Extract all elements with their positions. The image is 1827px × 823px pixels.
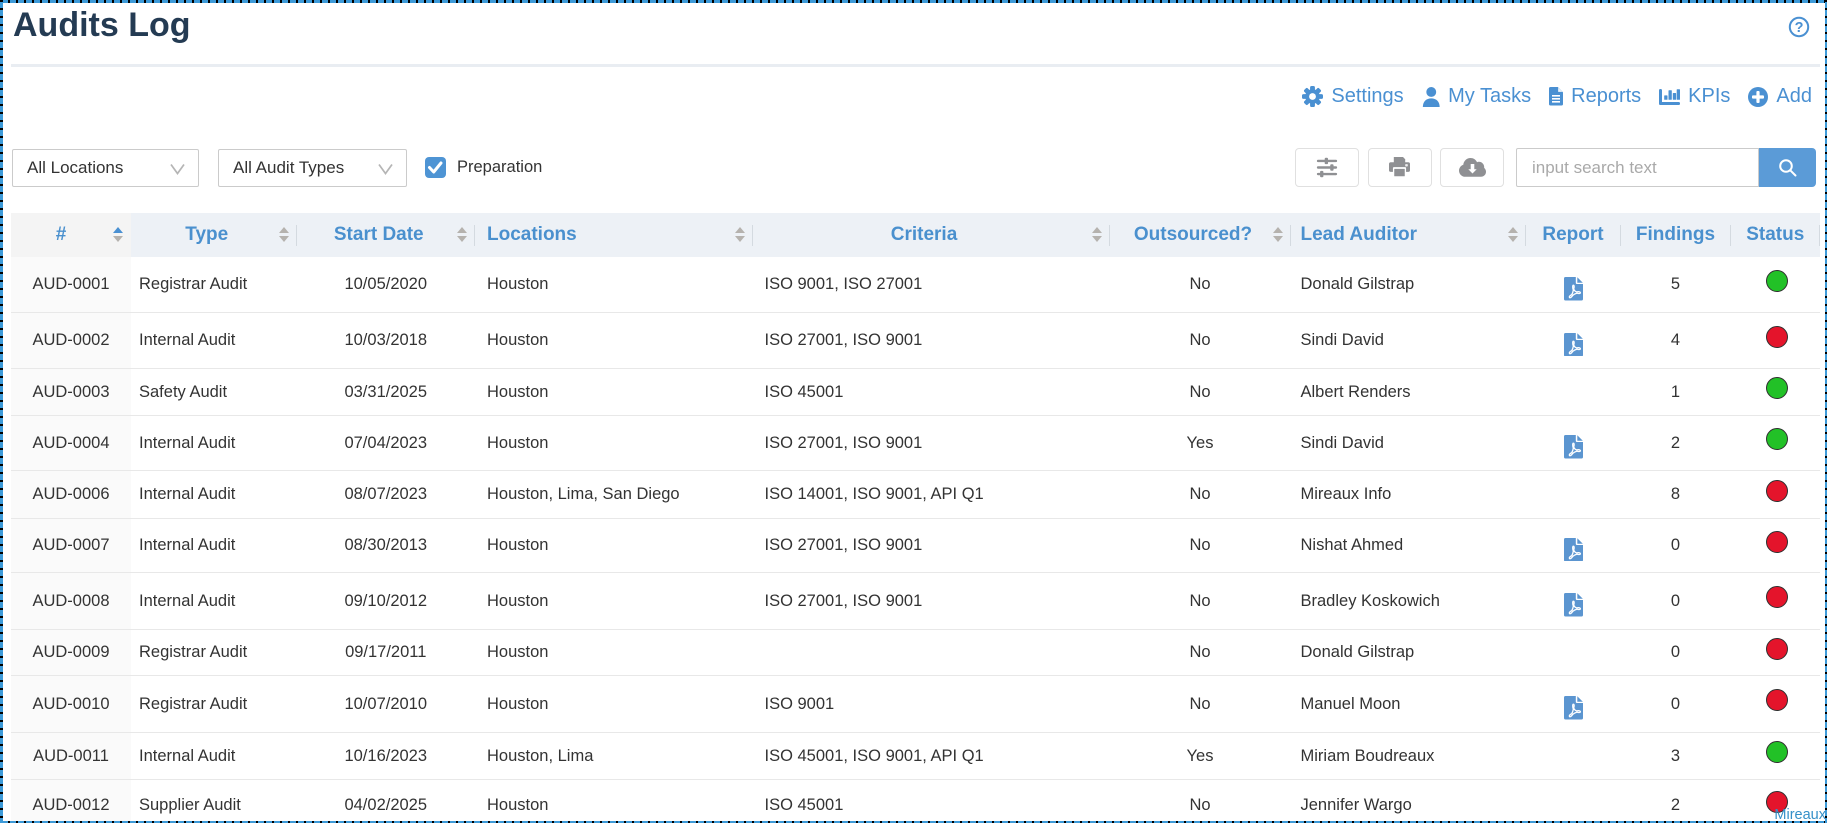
svg-text:?: ?	[1795, 20, 1804, 36]
